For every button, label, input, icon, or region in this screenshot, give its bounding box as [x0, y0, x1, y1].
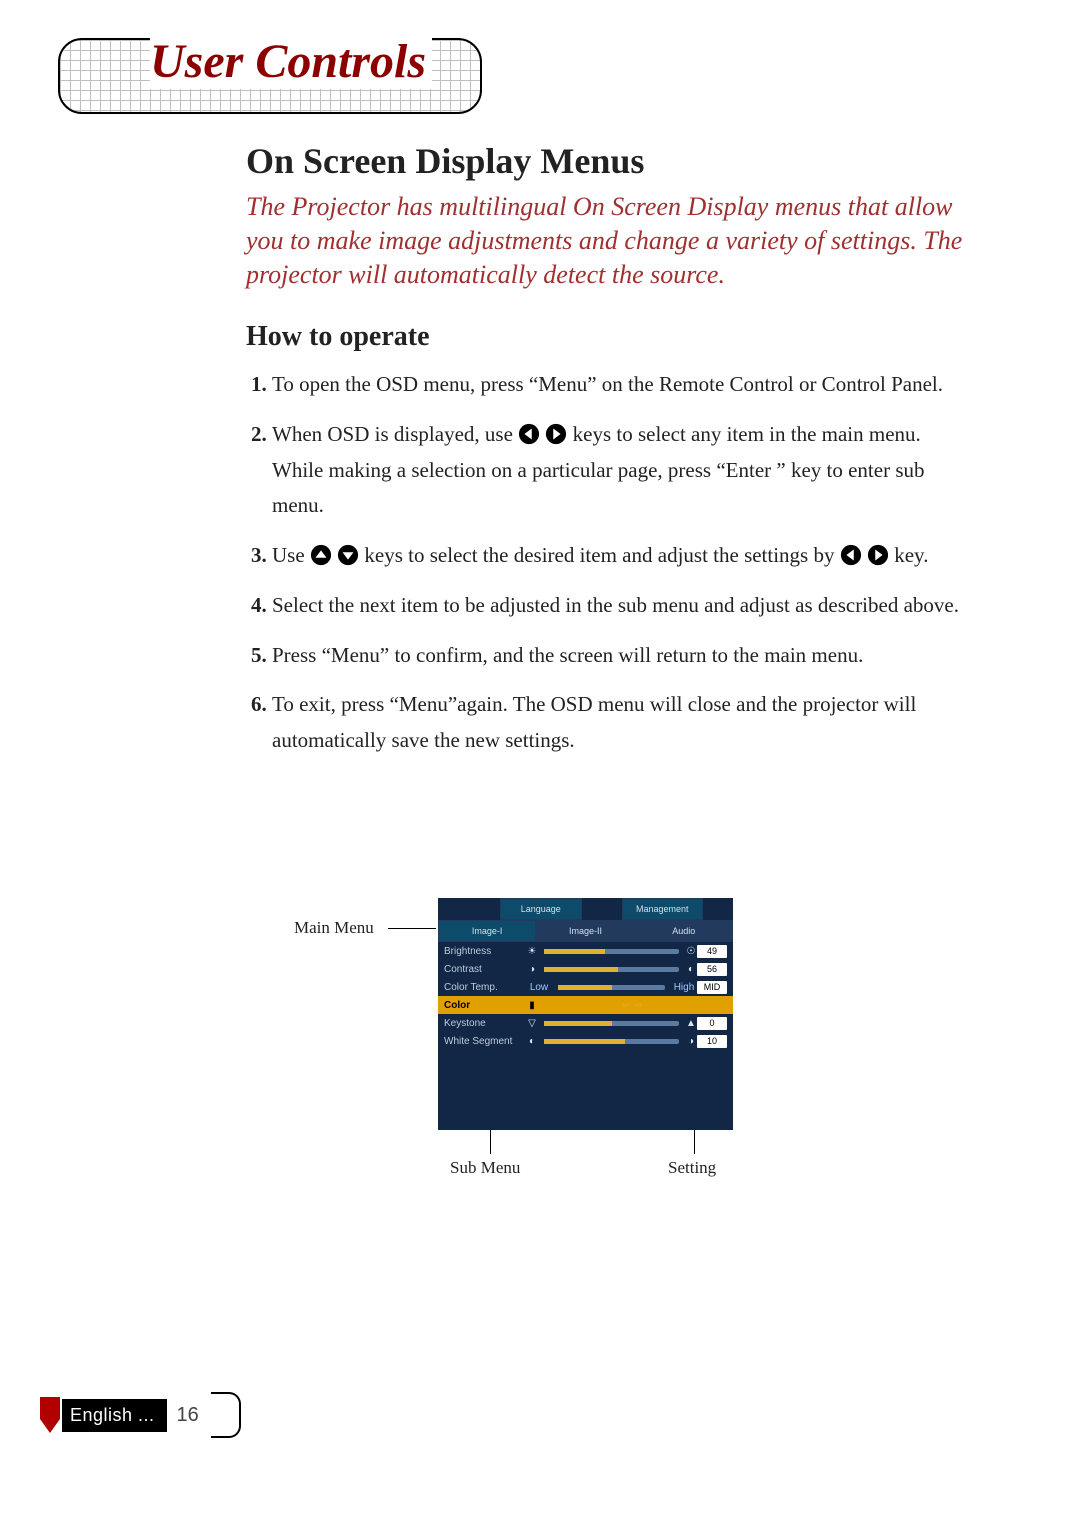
segment-high-icon: ◑ — [685, 1036, 697, 1047]
palette-icon: ▮ — [526, 1000, 538, 1011]
osd-row-name: Keystone — [444, 1018, 526, 1029]
up-arrow-icon — [310, 544, 332, 566]
page-content: On Screen Display Menus The Projector ha… — [246, 140, 966, 773]
step-2: When OSD is displayed, use keys to selec… — [272, 417, 966, 524]
osd-value: MID — [697, 981, 727, 994]
left-arrow-icon — [518, 423, 540, 445]
right-arrow-icon — [867, 544, 889, 566]
footer-arrow-icon — [40, 1397, 60, 1433]
leader-main-menu — [388, 928, 436, 929]
page-footer: English ... 16 — [40, 1397, 241, 1433]
label-setting: Setting — [668, 1158, 716, 1178]
osd-row: Brightness ☀ ☉ 49 — [438, 942, 733, 960]
label-main-menu: Main Menu — [294, 918, 374, 938]
osd-row-name: Color — [444, 1000, 526, 1011]
step-3-text-b: keys to select the desired item and adju… — [364, 543, 839, 567]
osd-value: 49 — [697, 945, 727, 958]
osd-value: 0 — [697, 1017, 727, 1030]
segment-low-icon: ◐ — [526, 1036, 538, 1047]
step-3-text-a: Use — [272, 543, 310, 567]
high-label: High — [671, 982, 697, 993]
osd-row-name: White Segment — [444, 1036, 526, 1047]
osd-tab-selected: Image-I — [438, 920, 536, 942]
subheading: How to operate — [246, 321, 966, 353]
brightness-icon: ☀ — [526, 946, 538, 957]
osd-row: Keystone ▽ ▲ 0 — [438, 1014, 733, 1032]
keystone-up-icon: ▲ — [685, 1018, 697, 1029]
osd-mid-tabs: Image-I Image-II Audio — [438, 920, 733, 942]
osd-row-name: Contrast — [444, 964, 526, 975]
osd-row-name: Brightness — [444, 946, 526, 957]
step-2-text-a: When OSD is displayed, use — [272, 422, 518, 446]
osd-value: 10 — [697, 1035, 727, 1048]
osd-slider — [544, 949, 679, 954]
osd-slider — [544, 1039, 679, 1044]
osd-slider — [544, 1021, 679, 1026]
footer-language: English ... — [62, 1399, 167, 1432]
label-sub-menu: Sub Menu — [450, 1158, 520, 1178]
osd-row: White Segment ◐ ◑ 10 — [438, 1032, 733, 1050]
step-3: Use keys to select the desired item and … — [272, 538, 966, 574]
osd-slider — [558, 985, 665, 990]
footer-page-number: 16 — [177, 1404, 199, 1427]
keystone-down-icon: ▽ — [526, 1018, 538, 1029]
osd-tab: Image-II — [536, 920, 634, 942]
osd-row-selected: Color ▮ ⇦ ⇨ — [438, 996, 733, 1014]
osd-value: 56 — [697, 963, 727, 976]
contrast-high-icon: ◐ — [685, 964, 697, 975]
osd-row: Color Temp. Low High MID — [438, 978, 733, 996]
osd-row: Contrast ◑ ◐ 56 — [438, 960, 733, 978]
left-right-icon: ⇦ ⇨ — [621, 1000, 644, 1011]
osd-top-tabs: Language Management — [438, 898, 733, 920]
page-heading: On Screen Display Menus — [246, 140, 966, 182]
intro-paragraph: The Projector has multilingual On Screen… — [246, 190, 966, 291]
osd-tab: Audio — [635, 920, 733, 942]
low-label: Low — [526, 982, 552, 993]
down-arrow-icon — [337, 544, 359, 566]
step-4: Select the next item to be adjusted in t… — [272, 588, 966, 624]
instruction-list: To open the OSD menu, press “Menu” on th… — [246, 367, 966, 758]
step-6: To exit, press “Menu”again. The OSD menu… — [272, 687, 966, 758]
osd-screenshot: Language Management Image-I Image-II Aud… — [438, 898, 733, 1130]
step-3-text-c: key. — [894, 543, 928, 567]
contrast-icon: ◑ — [526, 964, 538, 975]
osd-tab: Language — [500, 898, 582, 920]
step-5: Press “Menu” to confirm, and the screen … — [272, 638, 966, 674]
footer-bracket-icon — [211, 1392, 241, 1438]
left-arrow-icon — [840, 544, 862, 566]
osd-slider — [544, 967, 679, 972]
osd-tab: Management — [622, 898, 704, 920]
right-arrow-icon — [545, 423, 567, 445]
osd-row-name: Color Temp. — [444, 982, 526, 993]
section-banner-title: User Controls — [150, 34, 432, 89]
brightness-high-icon: ☉ — [685, 946, 697, 957]
step-1: To open the OSD menu, press “Menu” on th… — [272, 367, 966, 403]
